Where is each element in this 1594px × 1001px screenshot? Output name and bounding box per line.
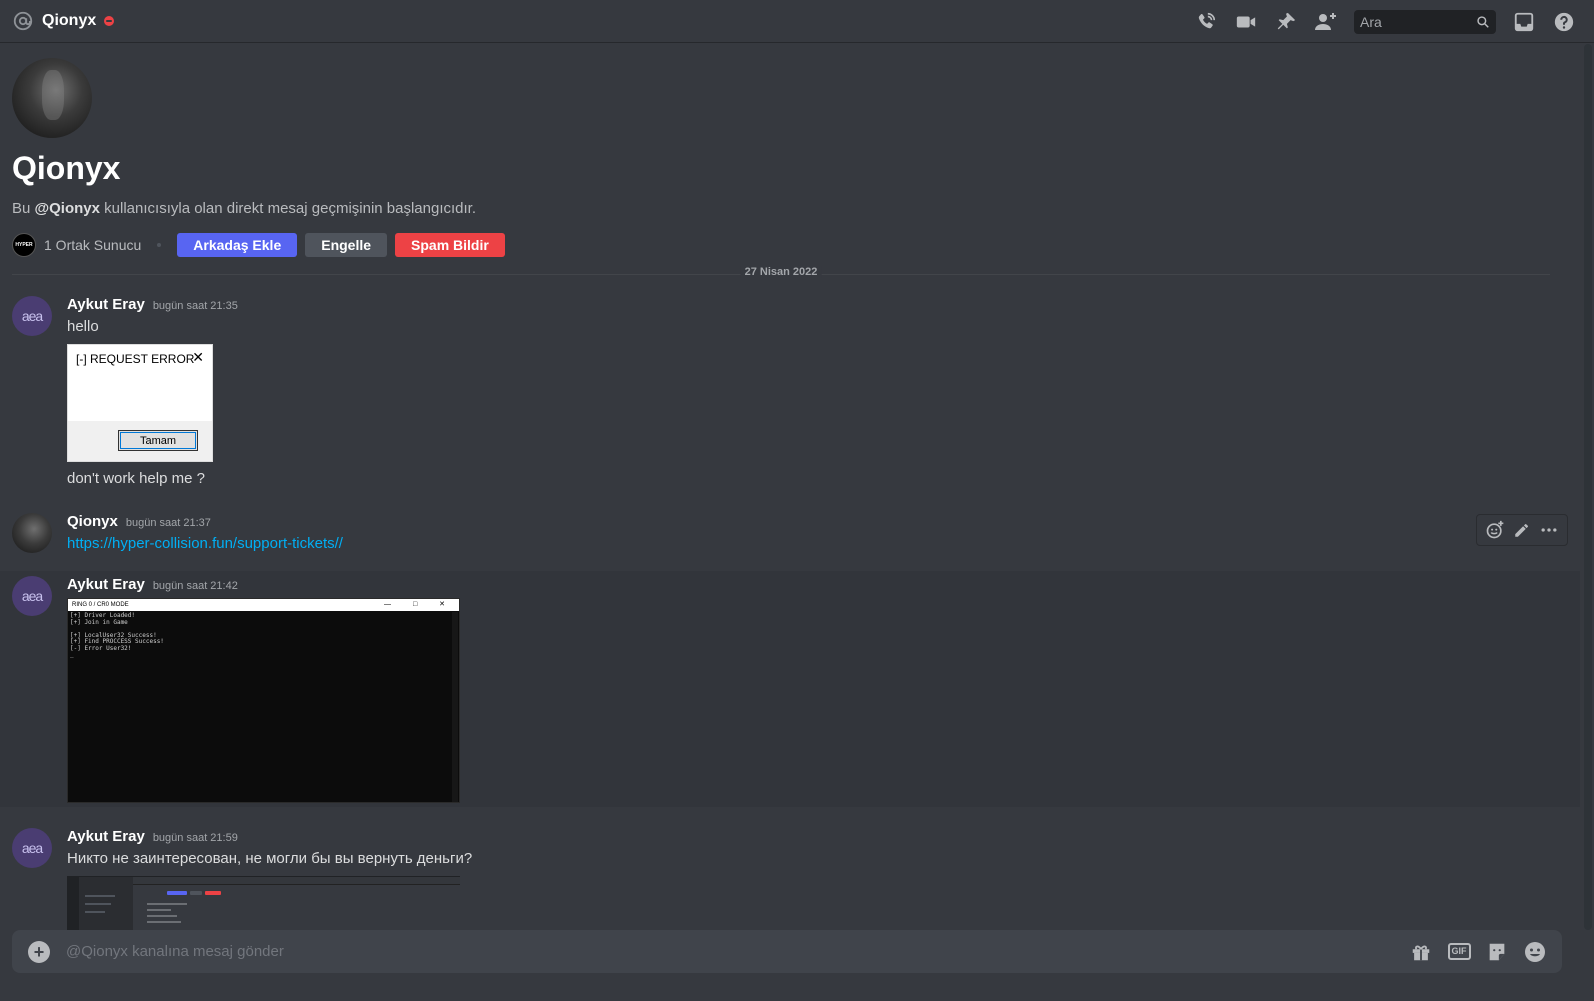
- screenshot-text-line: [147, 921, 181, 923]
- emoji-icon[interactable]: [1523, 940, 1547, 964]
- more-icon[interactable]: [1538, 519, 1560, 541]
- screenshot-text-line: [85, 903, 111, 905]
- message-link[interactable]: https://hyper-collision.fun/support-tick…: [67, 535, 343, 552]
- video-call-icon[interactable]: [1234, 10, 1258, 34]
- edit-icon[interactable]: [1511, 519, 1533, 541]
- screenshot-text-line: [147, 915, 177, 917]
- intro-handle: @Qionyx: [34, 200, 100, 217]
- message-list[interactable]: Qionyx Bu @Qionyx kullanıcısıyla olan di…: [0, 44, 1594, 930]
- search-icon: [1477, 15, 1489, 28]
- add-member-icon[interactable]: [1314, 10, 1338, 34]
- message-text: don't work help me ?: [67, 470, 205, 487]
- screenshot-text-line: [85, 895, 115, 897]
- dm-welcome: Qionyx Bu @Qionyx kullanıcısıyla olan di…: [12, 58, 513, 257]
- block-button[interactable]: Engelle: [305, 233, 388, 257]
- message-item[interactable]: aea Aykut Eray bugün saat 21:42 RING 0 / …: [0, 571, 1580, 807]
- message-timestamp: bugün saat 21:59: [152, 832, 238, 844]
- help-icon[interactable]: [1552, 10, 1576, 34]
- screenshot-text-line: [147, 903, 187, 905]
- message-author[interactable]: Aykut Eray bugün saat 21:59: [67, 828, 238, 845]
- screenshot-text-line: [147, 909, 171, 911]
- screenshot-server-rail: [67, 877, 79, 930]
- gif-label: GIF: [1447, 943, 1471, 960]
- search-placeholder: Ara: [1360, 13, 1382, 30]
- intro-prefix: Bu: [12, 200, 35, 217]
- image-attachment[interactable]: [-] REQUEST ERROR ✕ Tamam: [67, 344, 213, 462]
- mutual-server-icon[interactable]: HYPER: [12, 233, 36, 257]
- report-spam-button[interactable]: Spam Bildir: [395, 233, 505, 257]
- message-item[interactable]: Qionyx bugün saat 21:37 https://hyper-col…: [0, 509, 1580, 559]
- dm-user-name: Qionyx: [12, 150, 121, 186]
- dnd-status-icon: [104, 16, 115, 26]
- channel-header: Qionyx Ara: [0, 0, 1594, 43]
- mutual-servers-link[interactable]: 1 Ortak Sunucu: [44, 237, 141, 253]
- author-name[interactable]: Qionyx: [67, 513, 118, 530]
- inbox-icon[interactable]: [1512, 10, 1536, 34]
- author-name[interactable]: Aykut Eray: [67, 828, 145, 845]
- console-window-controls: — □ ✕: [384, 601, 455, 608]
- author-name[interactable]: Aykut Eray: [67, 296, 145, 313]
- profile-actions-row: HYPER 1 Ortak Sunucu Arkadaş Ekle Engell…: [12, 233, 513, 257]
- screenshot-text-line: [85, 911, 105, 913]
- message-timestamp: bugün saat 21:37: [125, 517, 211, 529]
- message-item[interactable]: aea Aykut Eray bugün saat 21:35 hello [-]…: [0, 292, 1580, 492]
- image-attachment[interactable]: RING 0 / CR0 MODE — □ ✕ [+] Driver Loade…: [67, 598, 460, 803]
- dialog-title: [-] REQUEST ERROR: [76, 352, 195, 366]
- message-text: Никто не заинтересован, не могли бы вы в…: [67, 850, 473, 867]
- author-avatar[interactable]: aea: [12, 576, 52, 616]
- discord-dm-window: Qionyx Ara Qionyx Bu @Qionyx kullanıcısı…: [0, 0, 1594, 1001]
- dm-intro-text: Bu @Qionyx kullanıcısıyla olan direkt me…: [12, 200, 513, 217]
- close-icon: ✕: [192, 349, 204, 365]
- screenshot-button: [167, 891, 187, 895]
- author-avatar[interactable]: aea: [12, 828, 52, 868]
- header-toolbar: Ara: [1186, 0, 1584, 43]
- at-icon: [13, 11, 33, 31]
- gif-icon[interactable]: GIF: [1447, 940, 1471, 964]
- message-timestamp: bugün saat 21:42: [152, 580, 238, 592]
- add-reaction-icon[interactable]: [1484, 519, 1506, 541]
- console-title: RING 0 / CR0 MODE: [72, 602, 129, 608]
- message-input[interactable]: @Qionyx kanalına mesaj gönder: [66, 943, 284, 960]
- user-avatar-large[interactable]: [12, 58, 92, 138]
- sticker-icon[interactable]: [1485, 940, 1509, 964]
- composer-buttons: GIF: [1402, 930, 1554, 973]
- separator-dot: [157, 243, 162, 247]
- voice-call-icon[interactable]: [1194, 10, 1218, 34]
- console-scrollbar: [452, 612, 458, 802]
- message-author[interactable]: Qionyx bugün saat 21:37: [67, 513, 211, 530]
- message-hover-toolbar: [1476, 514, 1568, 546]
- message-author[interactable]: Aykut Eray bugün saat 21:35: [67, 296, 238, 313]
- screenshot-button: [205, 891, 221, 895]
- author-name[interactable]: Aykut Eray: [67, 576, 145, 593]
- author-avatar[interactable]: [12, 513, 52, 553]
- console-output: [+] Driver Loaded! [+] Join in Game [+] …: [70, 612, 164, 658]
- date-divider: 27 Nisan 2022: [12, 266, 1550, 278]
- gift-icon[interactable]: [1409, 940, 1433, 964]
- message-timestamp: bugün saat 21:35: [152, 300, 238, 312]
- search-input[interactable]: Ara: [1354, 9, 1496, 34]
- message-text: hello: [67, 318, 99, 335]
- dialog-ok-button: Tamam: [118, 430, 198, 451]
- pin-icon[interactable]: [1274, 10, 1298, 34]
- message-author[interactable]: Aykut Eray bugün saat 21:42: [67, 576, 238, 593]
- image-attachment[interactable]: [67, 876, 460, 930]
- intro-suffix: kullanıcısıyla olan direkt mesaj geçmişi…: [100, 200, 477, 217]
- author-avatar[interactable]: aea: [12, 296, 52, 336]
- add-friend-button[interactable]: Arkadaş Ekle: [177, 233, 298, 257]
- date-divider-label: 27 Nisan 2022: [740, 266, 822, 278]
- plus-icon[interactable]: +: [28, 940, 50, 963]
- scrollbar[interactable]: [1584, 44, 1592, 930]
- message-item[interactable]: aea Aykut Eray bugün saat 21:59 Никто не …: [0, 824, 1580, 930]
- message-composer[interactable]: + @Qionyx kanalına mesaj gönder GIF: [12, 930, 1562, 973]
- screenshot-button: [190, 891, 202, 895]
- channel-title: Qionyx: [42, 12, 97, 29]
- screenshot-header: [133, 877, 460, 885]
